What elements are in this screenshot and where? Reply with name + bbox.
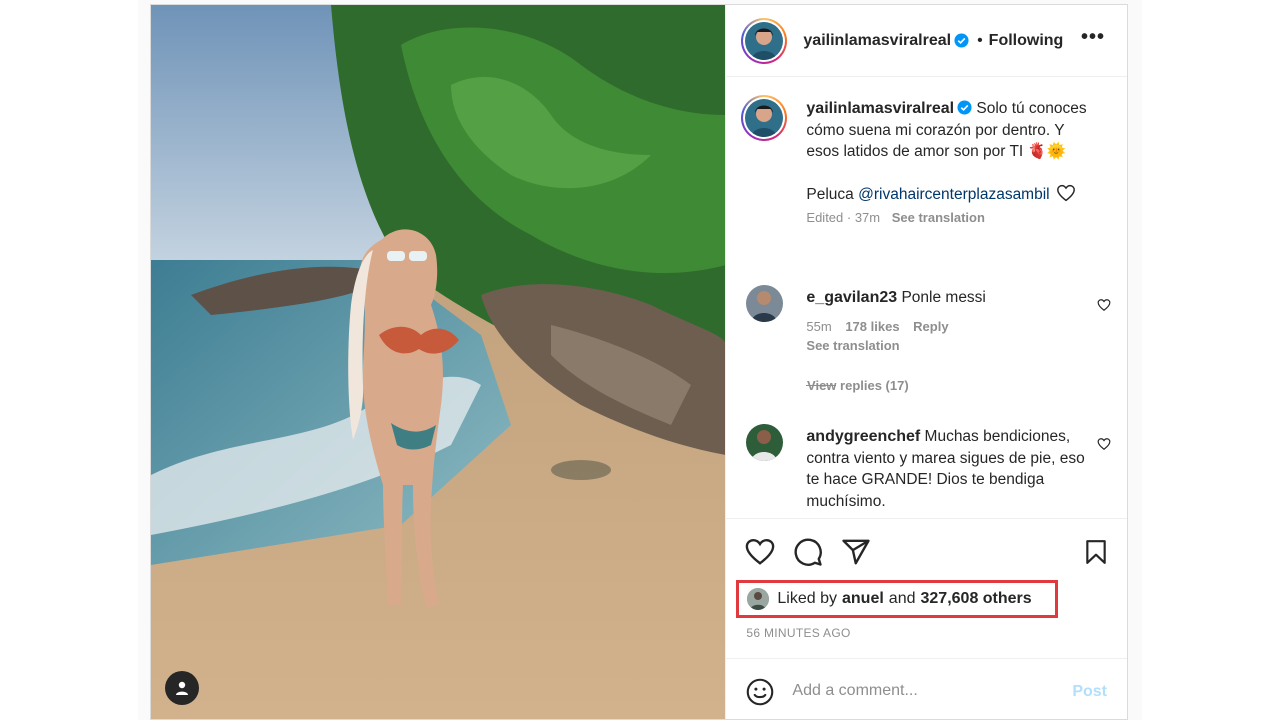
share-icon[interactable] [841, 537, 871, 567]
beach-photo [151, 5, 726, 719]
comment-item: andygreenchef Muchas bendiciones, contra… [806, 426, 1086, 512]
more-icon[interactable]: ••• [1081, 27, 1105, 47]
replies-divider [806, 384, 837, 386]
liked-by-highlight[interactable]: Liked by anuel and 327,608 others [736, 580, 1059, 618]
caption-avatar[interactable] [741, 95, 788, 141]
comment-avatar[interactable] [746, 285, 784, 322]
verified-icon [954, 33, 969, 48]
user-tag-icon[interactable] [165, 671, 199, 705]
caption: yailinlamasviralreal Solo tú conoces cóm… [806, 98, 1096, 229]
heart-emoji-icon [1057, 184, 1075, 201]
comments-list[interactable]: yailinlamasviralreal Solo tú conoces cóm… [726, 78, 1127, 518]
liked-by-and: and [888, 590, 916, 607]
comment-username[interactable]: e_gavilan23 [806, 289, 897, 306]
comment-item: e_gavilan23 Ponle messi 55m 178 likes Re… [806, 287, 1086, 396]
comment-like-icon[interactable] [1097, 298, 1111, 312]
comment-time: 55m [806, 318, 832, 334]
comment-text: Ponle messi [901, 289, 986, 306]
see-translation-link[interactable]: See translation [892, 210, 985, 225]
comment-input[interactable] [792, 677, 1053, 705]
bookmark-icon[interactable] [1083, 537, 1109, 567]
post-comment-button[interactable]: Post [1072, 683, 1107, 701]
reply-button[interactable]: Reply [913, 319, 948, 334]
liked-by-prefix: Liked by [777, 590, 837, 607]
comment-username[interactable]: andygreenchef [806, 428, 920, 445]
action-bar: Liked by anuel and 327,608 others 56 MIN… [726, 518, 1127, 658]
caption-mention-prefix: Peluca [806, 185, 854, 203]
liked-by-user[interactable]: anuel [842, 590, 884, 608]
caption-username[interactable]: yailinlamasviralreal [806, 100, 954, 117]
separator-dot: • [977, 31, 983, 49]
comment-avatar[interactable] [746, 424, 784, 461]
caption-meta: Edited · 37m [806, 210, 881, 225]
comment-like-icon[interactable] [1097, 437, 1111, 451]
liked-by-others[interactable]: 327,608 others [921, 590, 1032, 608]
caption-mention-link[interactable]: @rivahaircenterplazasambil [858, 186, 1049, 203]
comment-likes[interactable]: 178 likes [845, 319, 899, 334]
post-image[interactable] [151, 5, 726, 719]
liker-avatar[interactable] [747, 588, 770, 610]
post-side-panel: yailinlamasviralreal • Following ••• yai… [725, 5, 1127, 719]
emoji-icon[interactable] [746, 678, 774, 706]
comment-icon[interactable] [793, 537, 823, 567]
post-username[interactable]: yailinlamasviralreal [803, 32, 951, 50]
verified-icon [957, 100, 972, 115]
post-timestamp[interactable]: 56 MINUTES AGO [746, 626, 850, 640]
add-comment-bar: Post [726, 658, 1127, 721]
post-header: yailinlamasviralreal • Following ••• [726, 5, 1127, 77]
heart-icon[interactable] [745, 537, 775, 567]
following-button[interactable]: Following [989, 32, 1064, 50]
see-translation-link[interactable]: See translation [806, 338, 899, 353]
avatar[interactable] [741, 17, 788, 64]
post-dialog: yailinlamasviralreal • Following ••• yai… [150, 4, 1128, 720]
